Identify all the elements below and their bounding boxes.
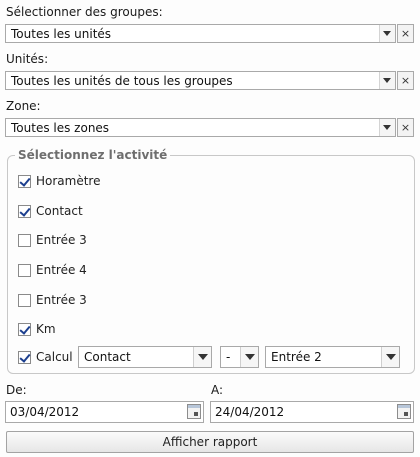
checkbox-label: Contact: [36, 204, 83, 218]
checkbox-contact[interactable]: [18, 205, 31, 218]
checkbox-label: Entrée 3: [36, 233, 87, 247]
zone-clear-button[interactable]: ×: [397, 118, 414, 137]
calc-operand1-select[interactable]: Contact: [78, 346, 212, 368]
checkbox-km[interactable]: [18, 323, 31, 336]
calc-operator-select[interactable]: -: [220, 346, 259, 368]
date-from-field[interactable]: 03/04/2012: [5, 401, 204, 423]
calc-operator-value: -: [226, 350, 231, 364]
date-to-label: A:: [211, 383, 224, 397]
chevron-down-icon[interactable]: [240, 347, 258, 367]
checkbox-label: Horamètre: [36, 174, 101, 188]
checkbox-label: Entrée 3: [36, 293, 87, 307]
groups-label: Sélectionner des groupes:: [6, 5, 163, 19]
calendar-icon[interactable]: [187, 404, 201, 419]
units-value: Toutes les unités de tous les groupes: [11, 74, 233, 88]
checkbox-entree-4[interactable]: [18, 264, 31, 277]
date-to-value: 24/04/2012: [215, 405, 285, 419]
calendar-icon[interactable]: [397, 404, 411, 419]
checkbox-calcul[interactable]: [18, 351, 31, 364]
chevron-down-icon[interactable]: [379, 25, 395, 42]
checkbox-entree-3b[interactable]: [18, 294, 31, 307]
zone-combobox[interactable]: Toutes les zones: [5, 118, 396, 137]
checkbox-label: Km: [36, 322, 56, 336]
units-combobox[interactable]: Toutes les unités de tous les groupes: [5, 71, 396, 90]
checkbox-label: Entrée 4: [36, 263, 87, 277]
date-from-value: 03/04/2012: [10, 405, 80, 419]
checkbox-label: Calcul: [36, 350, 73, 364]
calc-operand1-value: Contact: [84, 350, 131, 364]
activity-legend: Sélectionnez l'activité: [18, 148, 168, 162]
units-clear-button[interactable]: ×: [397, 71, 414, 90]
calc-operand2-value: Entrée 2: [271, 350, 322, 364]
chevron-down-icon[interactable]: [193, 347, 211, 367]
show-report-button[interactable]: Afficher rapport: [6, 431, 414, 453]
groups-value: Toutes les unités: [11, 27, 112, 41]
chevron-down-icon[interactable]: [381, 347, 399, 367]
date-to-field[interactable]: 24/04/2012: [210, 401, 414, 423]
checkbox-entree-3[interactable]: [18, 234, 31, 247]
groups-combobox[interactable]: Toutes les unités: [5, 24, 396, 43]
units-label: Unités:: [6, 52, 49, 66]
date-from-label: De:: [6, 383, 27, 397]
zone-label: Zone:: [6, 99, 41, 113]
groups-clear-button[interactable]: ×: [397, 24, 414, 43]
zone-value: Toutes les zones: [11, 121, 110, 135]
chevron-down-icon[interactable]: [379, 119, 395, 136]
calc-operand2-select[interactable]: Entrée 2: [265, 346, 400, 368]
chevron-down-icon[interactable]: [379, 72, 395, 89]
checkbox-horametre[interactable]: [18, 175, 31, 188]
